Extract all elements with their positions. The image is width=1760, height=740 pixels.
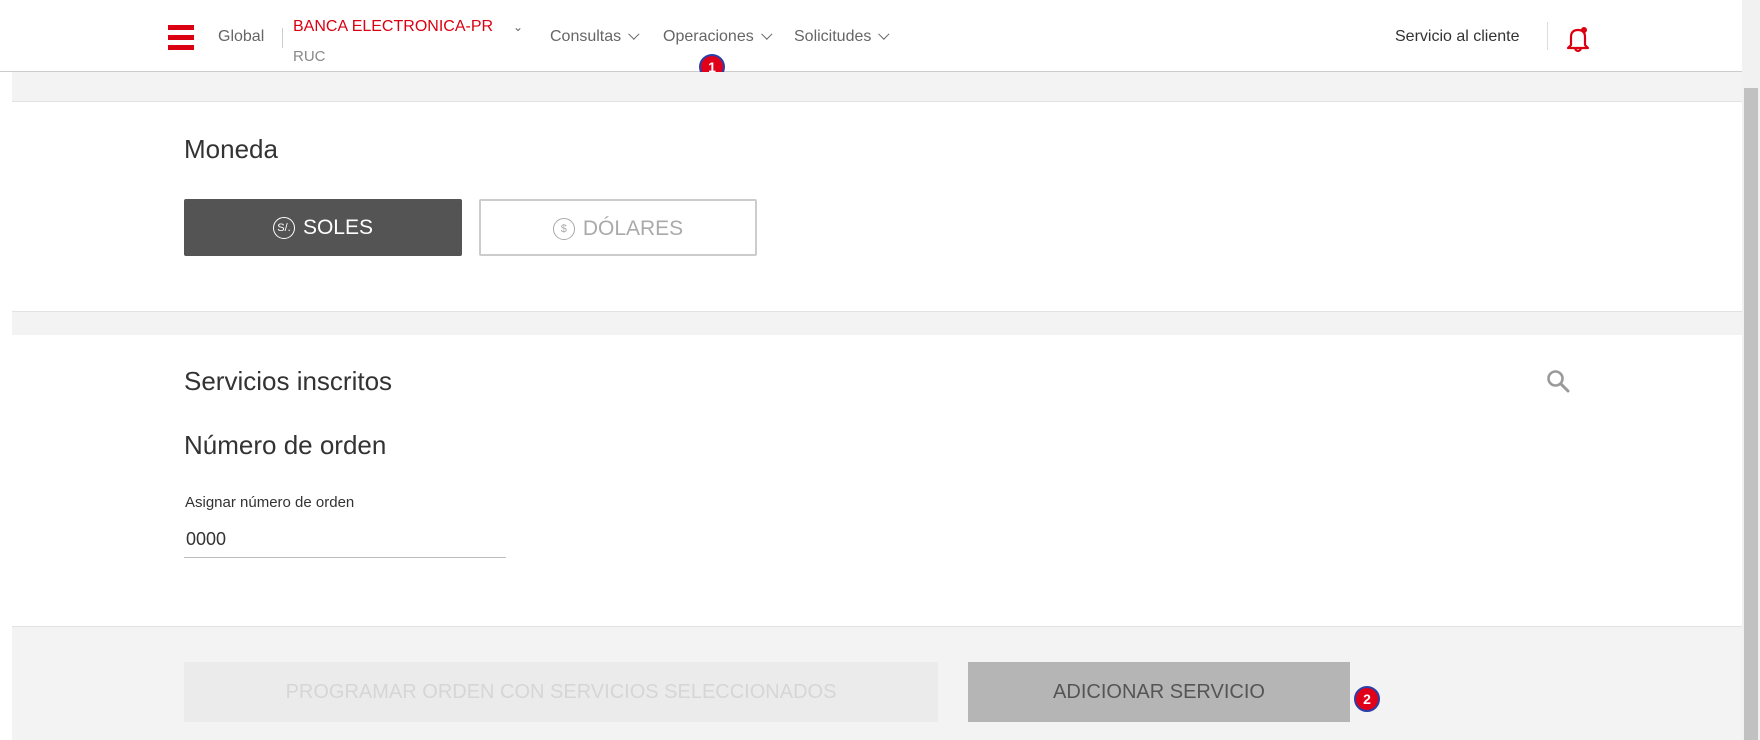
currency-dolares-label: DÓLARES bbox=[582, 217, 684, 240]
top-navigation-bar: Global BANCA ELECTRONICA-PR ⌄ RUC Consul… bbox=[0, 0, 1742, 72]
section-divider-band bbox=[12, 311, 1742, 335]
nav-solicitudes[interactable]: Solicitudes bbox=[794, 28, 890, 46]
customer-service-link[interactable]: Servicio al cliente bbox=[1395, 28, 1520, 46]
section-divider-band bbox=[12, 72, 1742, 102]
order-number-title: Número de orden bbox=[184, 430, 387, 460]
chevron-down-icon[interactable]: ⌄ bbox=[513, 20, 523, 34]
nav-separator bbox=[282, 28, 283, 48]
currency-section-title: Moneda bbox=[184, 134, 278, 164]
order-number-input[interactable] bbox=[184, 522, 506, 558]
chevron-down-icon bbox=[760, 28, 773, 40]
nav-solicitudes-label: Solicitudes bbox=[794, 28, 872, 45]
search-icon[interactable] bbox=[1545, 368, 1571, 394]
scrollbar-thumb[interactable] bbox=[1744, 88, 1758, 740]
page: Global BANCA ELECTRONICA-PR ⌄ RUC Consul… bbox=[0, 0, 1760, 740]
soles-coin-icon: S/. bbox=[272, 217, 295, 239]
hamburger-menu-icon[interactable] bbox=[168, 25, 194, 51]
nav-global-link[interactable]: Global bbox=[218, 28, 264, 46]
chevron-down-icon bbox=[878, 28, 890, 40]
currency-dolares-button[interactable]: $ DÓLARES bbox=[479, 199, 757, 256]
bank-account-selector[interactable]: BANCA ELECTRONICA-PR bbox=[293, 18, 493, 36]
bank-account-subtitle: RUC bbox=[293, 48, 326, 65]
currency-soles-button[interactable]: S/. SOLES bbox=[184, 199, 462, 256]
schedule-order-button[interactable]: PROGRAMAR ORDEN CON SERVICIOS SELECCIONA… bbox=[184, 662, 938, 722]
nav-consultas-label: Consultas bbox=[550, 28, 622, 45]
nav-consultas[interactable]: Consultas bbox=[550, 28, 640, 46]
nav-operaciones-label: Operaciones bbox=[663, 28, 754, 45]
order-number-label: Asignar número de orden bbox=[185, 494, 355, 511]
chevron-down-icon bbox=[628, 28, 640, 40]
step-badge-2: 2 bbox=[1354, 686, 1380, 712]
bell-icon[interactable] bbox=[1562, 22, 1594, 54]
services-section-title: Servicios inscritos bbox=[184, 366, 393, 396]
add-service-button[interactable]: ADICIONAR SERVICIO bbox=[968, 662, 1350, 722]
header-separator bbox=[1547, 22, 1548, 50]
dollar-coin-icon: $ bbox=[552, 218, 575, 240]
currency-soles-label: SOLES bbox=[302, 216, 374, 239]
nav-operaciones[interactable]: Operaciones bbox=[663, 28, 773, 46]
